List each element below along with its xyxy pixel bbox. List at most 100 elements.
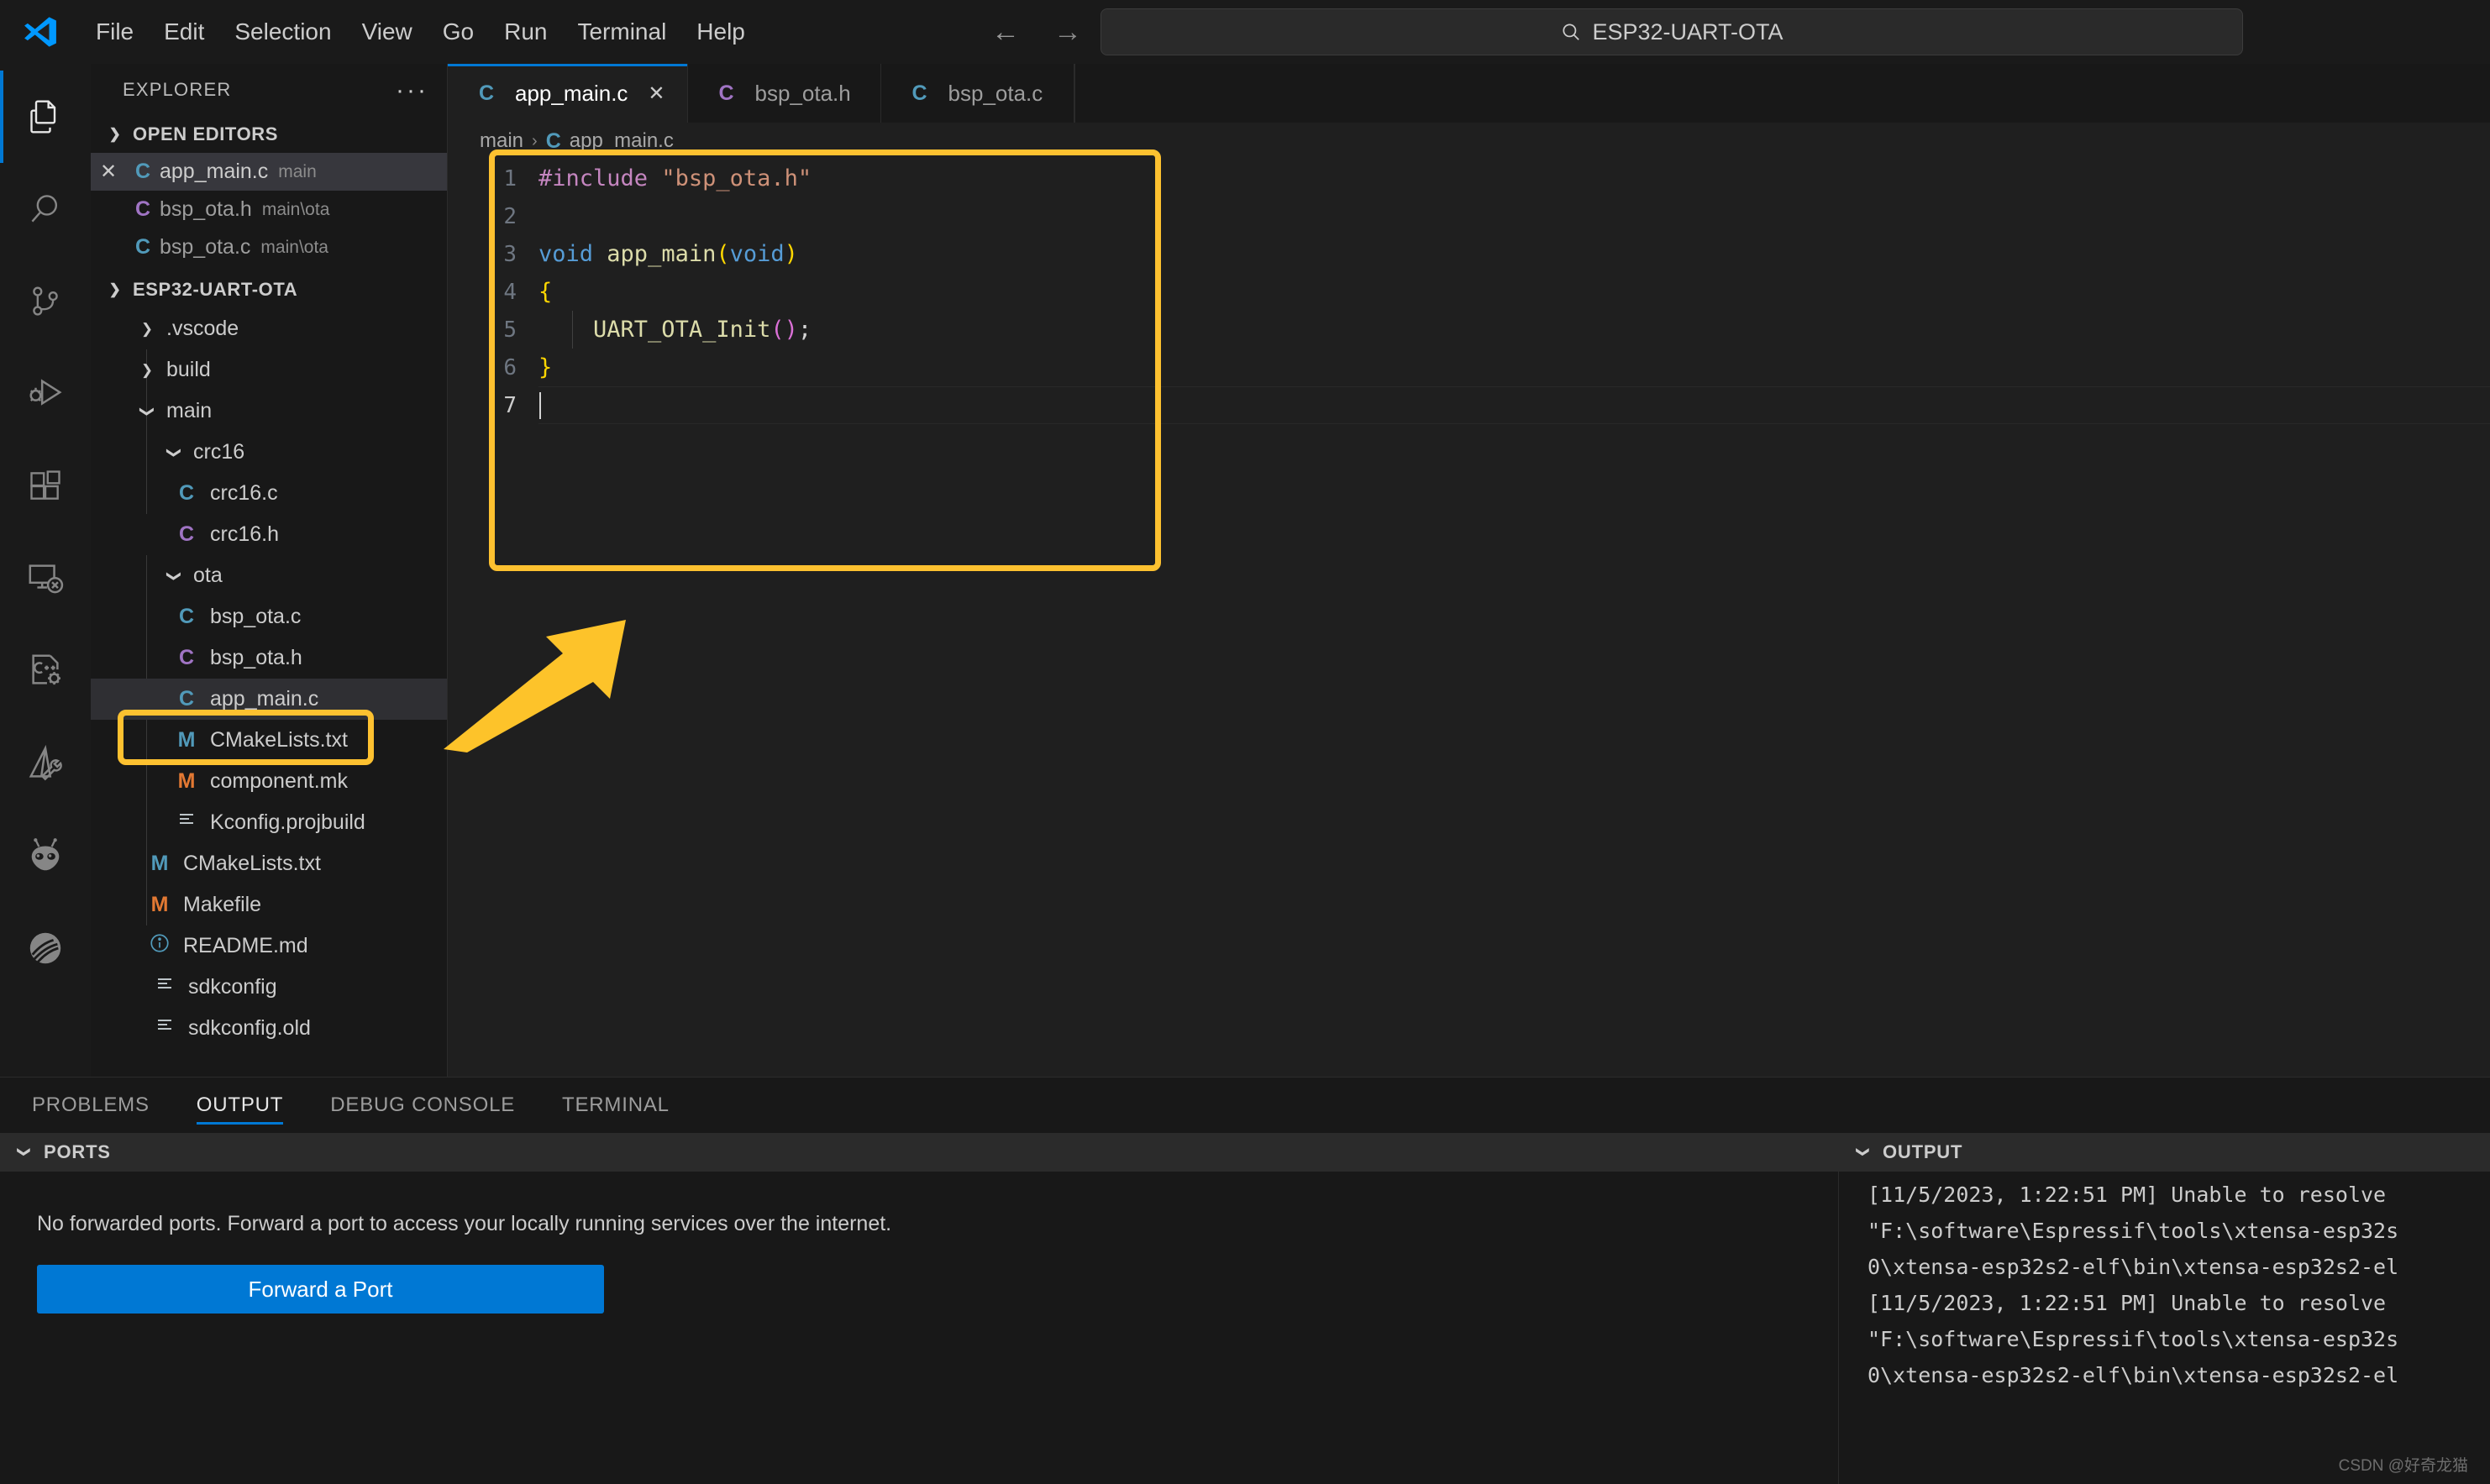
chevron-down-icon: ❯ bbox=[166, 569, 182, 582]
menu-help[interactable]: Help bbox=[681, 12, 760, 52]
tab-terminal[interactable]: TERMINAL bbox=[562, 1078, 670, 1133]
ports-section-header[interactable]: ❯ PORTS bbox=[0, 1133, 1838, 1172]
chevron-down-icon: ❯ bbox=[139, 405, 155, 417]
tree-item-ota-folder[interactable]: ❯ ota bbox=[91, 555, 447, 596]
activity-item-espressif-idf[interactable] bbox=[0, 902, 91, 994]
line-number: 2 bbox=[503, 203, 517, 229]
tree-item-label: build bbox=[166, 358, 211, 381]
tree-item-label: crc16.c bbox=[210, 481, 278, 505]
activity-item-extensions[interactable] bbox=[0, 440, 91, 532]
tree-item-sdkconfig-old[interactable]: sdkconfig.old bbox=[91, 1008, 447, 1049]
tree-item-bsp-ota-h[interactable]: C bsp_ota.h bbox=[91, 637, 447, 679]
tab-bsp-ota-c[interactable]: C bsp_ota.c bbox=[880, 64, 1074, 123]
tree-item-root-cmakelists[interactable]: M CMakeLists.txt bbox=[91, 843, 447, 884]
tree-item-component-mk[interactable]: M component.mk bbox=[91, 761, 447, 802]
tree-item-label: bsp_ota.h bbox=[210, 646, 302, 669]
menu-view[interactable]: View bbox=[347, 12, 428, 52]
tree-item-crc16-c[interactable]: C crc16.c bbox=[91, 473, 447, 514]
remote-explorer-icon bbox=[29, 564, 64, 594]
tab-app-main-c[interactable]: C app_main.c ✕ bbox=[448, 64, 688, 123]
open-editor-desc: main\ota bbox=[260, 237, 328, 257]
explorer-sidebar: EXPLORER ··· ❯ OPEN EDITORS ✕ C app_main… bbox=[91, 64, 448, 1077]
menu-bar[interactable]: File Edit Selection View Go Run Terminal… bbox=[81, 12, 760, 52]
back-arrow-icon[interactable]: ← bbox=[991, 18, 1020, 46]
activity-item-cmake-tools[interactable] bbox=[0, 717, 91, 810]
section-open-editors[interactable]: ❯ OPEN EDITORS bbox=[91, 116, 447, 153]
chevron-down-icon: ❯ bbox=[166, 446, 182, 459]
section-project-root[interactable]: ❯ ESP32-UART-OTA bbox=[91, 271, 447, 308]
tree-item-build[interactable]: ❯ build bbox=[91, 349, 447, 391]
panel-split: ❯ PORTS No forwarded ports. Forward a po… bbox=[0, 1133, 2490, 1484]
open-editor-row-bsp-ota-h[interactable]: C bsp_ota.h main\ota bbox=[91, 191, 447, 228]
c-file-icon: C bbox=[134, 235, 151, 259]
code-editor[interactable]: 1 #include "bsp_ota.h" 2 3 void app_main… bbox=[448, 160, 2490, 1077]
activity-item-source-control[interactable] bbox=[0, 255, 91, 348]
text-file-icon bbox=[148, 1015, 181, 1041]
code-token-app-main-fn: app_main bbox=[607, 241, 717, 267]
tree-item-makefile[interactable]: M Makefile bbox=[91, 884, 447, 926]
tree-item-main-cmakelists[interactable]: M CMakeLists.txt bbox=[91, 720, 447, 761]
menu-edit[interactable]: Edit bbox=[149, 12, 219, 52]
tree-item-sdkconfig[interactable]: sdkconfig bbox=[91, 967, 447, 1008]
menu-run[interactable]: Run bbox=[489, 12, 562, 52]
output-text-body[interactable]: [11/5/2023, 1:22:51 PM] Unable to resolv… bbox=[1839, 1172, 2490, 1484]
ports-view: ❯ PORTS No forwarded ports. Forward a po… bbox=[0, 1133, 1839, 1484]
menu-file[interactable]: File bbox=[81, 12, 149, 52]
run-and-debug-icon bbox=[29, 379, 62, 406]
tree-item-vscode[interactable]: ❯ .vscode bbox=[91, 308, 447, 349]
open-editor-row-app-main[interactable]: ✕ C app_main.c main bbox=[91, 153, 447, 191]
tree-item-label: crc16.h bbox=[210, 522, 279, 546]
activity-item-cpp-config[interactable] bbox=[0, 625, 91, 717]
chevron-right-icon: ❯ bbox=[140, 320, 154, 337]
code-token-close-brace: } bbox=[538, 354, 553, 380]
breadcrumb-folder[interactable]: main bbox=[480, 129, 523, 153]
sidebar-more-actions-icon[interactable]: ··· bbox=[396, 77, 428, 102]
tree-item-readme-md[interactable]: README.md bbox=[91, 926, 447, 967]
activity-item-search[interactable] bbox=[0, 163, 91, 255]
code-line-7: 7 bbox=[448, 386, 2490, 424]
activity-item-run-debug[interactable] bbox=[0, 348, 91, 440]
tab-bsp-ota-h[interactable]: C bsp_ota.h bbox=[687, 64, 881, 123]
menu-go[interactable]: Go bbox=[428, 12, 489, 52]
output-section-header[interactable]: ❯ OUTPUT bbox=[1839, 1133, 2490, 1172]
open-editor-row-bsp-ota-c[interactable]: C bsp_ota.c main\ota bbox=[91, 228, 447, 266]
tab-problems[interactable]: PROBLEMS bbox=[32, 1078, 150, 1133]
code-line-1: 1 #include "bsp_ota.h" bbox=[448, 160, 2490, 197]
menu-terminal[interactable]: Terminal bbox=[562, 12, 681, 52]
code-token-include: #include bbox=[538, 165, 649, 191]
tree-item-label: component.mk bbox=[210, 769, 348, 793]
c-file-icon: C bbox=[545, 128, 561, 153]
tree-item-kconfig-projbuild[interactable]: Kconfig.projbuild bbox=[91, 802, 447, 843]
tab-label: bsp_ota.c bbox=[948, 80, 1043, 106]
bottom-panel: PROBLEMS OUTPUT DEBUG CONSOLE TERMINAL ❯… bbox=[0, 1077, 2490, 1484]
output-view: ❯ OUTPUT [11/5/2023, 1:22:51 PM] Unable … bbox=[1839, 1133, 2490, 1484]
c-file-icon: C bbox=[134, 160, 151, 183]
tree-item-main[interactable]: ❯ main bbox=[91, 391, 447, 432]
close-icon[interactable]: ✕ bbox=[91, 160, 126, 184]
forward-arrow-icon[interactable]: → bbox=[1053, 18, 1082, 46]
tree-item-bsp-ota-c[interactable]: C bsp_ota.c bbox=[91, 596, 447, 637]
tree-item-app-main-c[interactable]: C app_main.c bbox=[91, 679, 447, 720]
output-line: 0\xtensa-esp32s2-elf\bin\xtensa-esp32s2-… bbox=[1868, 1363, 2399, 1387]
tree-item-label: main bbox=[166, 399, 213, 422]
activity-item-explorer[interactable] bbox=[0, 71, 91, 163]
menu-selection[interactable]: Selection bbox=[219, 12, 346, 52]
activity-item-remote-explorer[interactable] bbox=[0, 532, 91, 625]
editor-area: C app_main.c ✕ C bsp_ota.h C bsp_ota.c m… bbox=[448, 64, 2490, 1077]
tree-item-crc16-folder[interactable]: ❯ crc16 bbox=[91, 432, 447, 473]
tree-item-crc16-h[interactable]: C crc16.h bbox=[91, 514, 447, 555]
tree-item-label: Kconfig.projbuild bbox=[210, 810, 365, 834]
tree-item-label: Makefile bbox=[183, 893, 262, 916]
tab-debug-console[interactable]: DEBUG CONSOLE bbox=[330, 1078, 515, 1133]
code-token-call-parens: () bbox=[770, 317, 798, 343]
forward-a-port-button[interactable]: Forward a Port bbox=[37, 1265, 604, 1314]
breadcrumb[interactable]: main › C app_main.c bbox=[448, 123, 2490, 160]
tab-output[interactable]: OUTPUT bbox=[196, 1078, 284, 1133]
c-file-icon: C bbox=[178, 687, 195, 711]
code-token-open-paren: ( bbox=[716, 241, 730, 267]
close-icon[interactable]: ✕ bbox=[648, 81, 665, 106]
breadcrumb-file[interactable]: app_main.c bbox=[570, 129, 674, 153]
activity-item-platformio[interactable] bbox=[0, 810, 91, 902]
code-token-semicolon: ; bbox=[797, 317, 812, 343]
quick-input-bar[interactable]: ESP32-UART-OTA bbox=[1101, 8, 2243, 55]
